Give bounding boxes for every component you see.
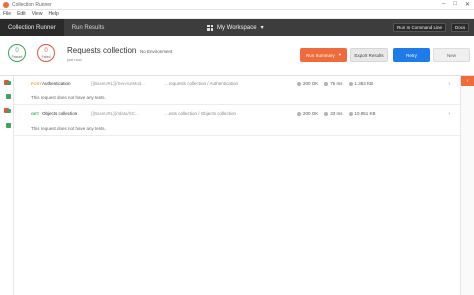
results-list: POST Authentication {{BaseURL}}/ServiceM…: [14, 76, 460, 295]
run-in-command-line-button[interactable]: Run In Command Line: [393, 23, 447, 32]
size-text: 1.383 KB: [354, 81, 374, 86]
failed-counter: 0 Failed: [37, 44, 55, 62]
menu-view[interactable]: View: [32, 11, 43, 17]
row-divider: [14, 104, 460, 105]
passed-counter: 0 Passed: [8, 44, 26, 62]
result-status-gutter: [0, 76, 14, 295]
menu-bar: File Edit View Help: [0, 10, 474, 19]
passed-label: Passed: [11, 54, 23, 59]
time-stat: 33 ms: [324, 111, 343, 116]
menu-edit[interactable]: Edit: [17, 11, 26, 17]
row-divider: [14, 135, 460, 136]
status-stat: 200 OK: [297, 81, 318, 86]
tab-collection-runner[interactable]: Collection Runner: [0, 19, 64, 36]
environment-label: No Environment: [140, 49, 173, 54]
size-dot-icon: [348, 111, 353, 116]
request-name: Authentication: [42, 81, 71, 86]
window-title: Collection Runner: [12, 1, 52, 8]
status-dot-icon: [297, 81, 301, 86]
size-stat: 1.383 KB: [348, 81, 374, 86]
request-url: {{BaseURL}}/ServiceMod...: [91, 81, 146, 86]
failed-label: Failed: [41, 54, 51, 59]
request-path: ...ests collection / Objects collection: [165, 111, 237, 116]
new-button[interactable]: New: [433, 48, 470, 62]
request-row[interactable]: GET Objects collection {{BaseURL}}/Idata…: [14, 107, 460, 120]
no-tests-message: This request does not have any tests.: [31, 95, 106, 100]
status-dot-icon: [297, 111, 301, 116]
request-path: ...requests collection / Authentication: [165, 81, 239, 86]
retry-button[interactable]: Retry: [393, 48, 430, 62]
workspace-label: My Workspace: [217, 24, 257, 31]
expand-icon[interactable]: ›: [448, 81, 450, 87]
status-stat: 200 OK: [297, 111, 318, 116]
collapse-panel-icon[interactable]: ‹: [461, 76, 474, 86]
pass-marker-icon: [7, 81, 11, 85]
status-text: 200 OK: [303, 111, 319, 116]
time-stat: 76 ms: [324, 81, 343, 86]
run-time-label: just now: [67, 57, 82, 62]
time-text: 76 ms: [330, 81, 343, 86]
run-summary-button[interactable]: Run Summary ▾: [300, 48, 347, 62]
export-results-button[interactable]: Export Results: [350, 48, 388, 62]
time-text: 33 ms: [330, 111, 343, 116]
pass-marker-icon: [7, 109, 11, 113]
status-text: 200 OK: [303, 81, 319, 86]
collection-name: Requests collection: [67, 46, 137, 55]
method-badge: GET: [31, 111, 40, 116]
failed-count: 0: [44, 47, 48, 54]
run-summary-label: Run Summary: [305, 52, 335, 58]
method-badge: POST: [31, 81, 42, 86]
tab-run-results[interactable]: Run Results: [64, 19, 113, 36]
time-dot-icon: [324, 111, 329, 116]
run-summary-bar: 0 Passed 0 Failed Requests collection No…: [0, 36, 474, 76]
right-gutter: [460, 76, 474, 295]
size-stat: 10.951 KB: [348, 111, 376, 116]
pass-marker-icon: [6, 94, 11, 99]
pass-marker-icon: [6, 123, 11, 128]
title-bar: Collection Runner – □ ✕: [0, 0, 474, 10]
workspace-grid-icon: [207, 24, 213, 31]
maximize-icon[interactable]: □: [453, 1, 457, 8]
menu-file[interactable]: File: [3, 11, 11, 17]
menu-help[interactable]: Help: [48, 11, 58, 17]
passed-count: 0: [15, 47, 19, 54]
workspace-selector[interactable]: My Workspace ▾: [207, 19, 264, 36]
chevron-down-icon: ▾: [338, 52, 342, 57]
no-tests-message: This request does not have any tests.: [31, 126, 106, 131]
minimize-icon[interactable]: –: [442, 1, 445, 8]
postman-logo-icon: [3, 1, 9, 8]
close-icon[interactable]: ✕: [465, 1, 470, 8]
size-text: 10.951 KB: [354, 111, 376, 116]
request-name: Objects collection: [42, 111, 78, 116]
expand-icon[interactable]: ›: [448, 111, 450, 117]
top-navbar: Collection Runner Run Results My Workspa…: [0, 19, 474, 36]
request-url: {{BaseURL}}/Idata/SC...: [91, 111, 139, 116]
time-dot-icon: [324, 81, 329, 86]
size-dot-icon: [348, 81, 353, 86]
chevron-down-icon: ▾: [260, 25, 264, 31]
request-row[interactable]: POST Authentication {{BaseURL}}/ServiceM…: [14, 77, 460, 90]
docs-button[interactable]: Docs: [451, 23, 470, 32]
